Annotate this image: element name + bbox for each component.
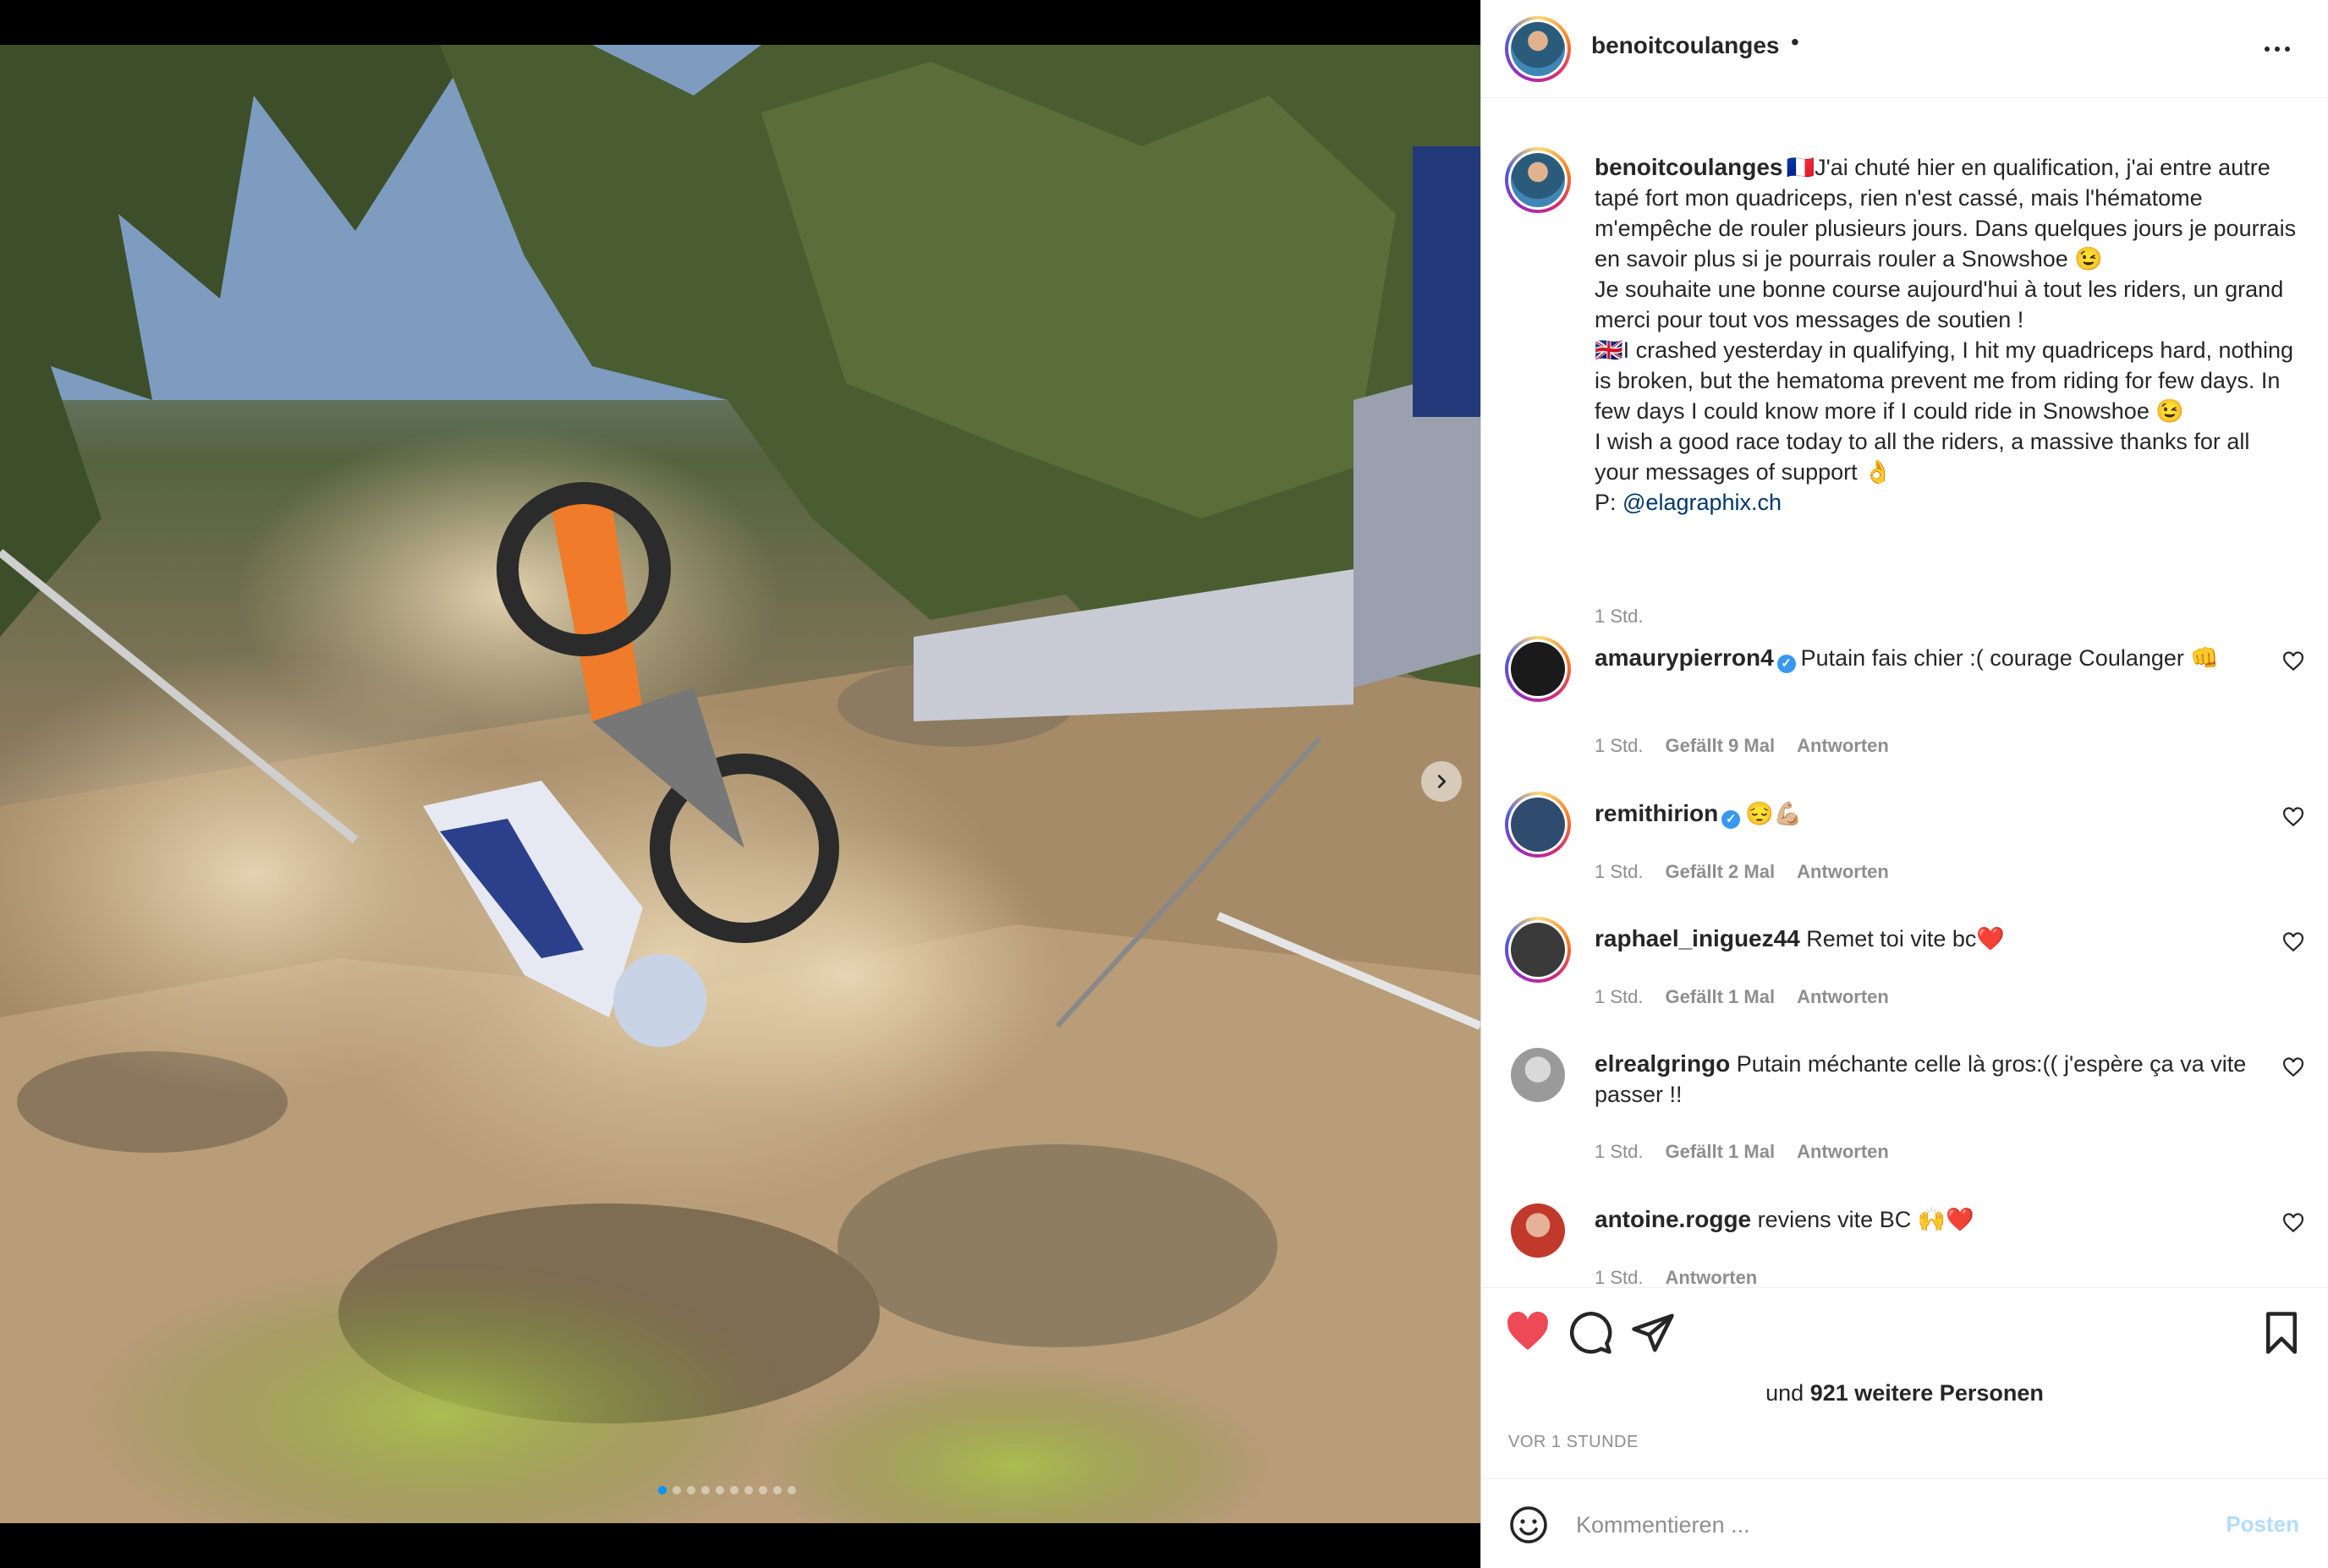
carousel-dot <box>716 1486 724 1494</box>
heart-filled-icon[interactable] <box>1505 1310 1551 1356</box>
post-comment-button[interactable]: Posten <box>2226 1511 2299 1538</box>
post-photo <box>0 45 1480 1523</box>
carousel-dot <box>744 1486 753 1494</box>
comment-meta: 1 Std. Gefällt 1 Mal Antworten <box>1595 986 1911 1008</box>
comment-text: raphael_iniguez44 Remet toi vite bc❤️ <box>1595 924 2263 954</box>
commenter-avatar[interactable] <box>1505 1198 1571 1264</box>
commenter-username[interactable]: remithirion <box>1595 800 1718 826</box>
comment-meta: 1 Std. Antworten <box>1595 1267 1779 1287</box>
caption-username[interactable]: benoitcoulanges <box>1595 154 1782 180</box>
bookmark-icon[interactable] <box>2259 1310 2304 1356</box>
comment-composer: Posten <box>1481 1478 2328 1568</box>
post-timestamp: VOR 1 STUNDE <box>1508 1433 1639 1451</box>
carousel-dot <box>773 1486 782 1494</box>
carousel-dot <box>701 1486 710 1494</box>
carousel-dot <box>687 1486 695 1494</box>
carousel-indicator <box>658 1486 796 1494</box>
reply-button[interactable]: Antworten <box>1665 1267 1757 1287</box>
like-comment-heart-icon[interactable] <box>2282 1213 2304 1235</box>
comment-time: 1 Std. <box>1595 1141 1644 1162</box>
comment-body: 😔💪🏼 <box>1745 801 1803 826</box>
comment-body: Putain fais chier :( courage Coulanger 👊 <box>1800 645 2220 671</box>
commenter-username[interactable]: amaurypierron4 <box>1595 644 1774 671</box>
comment-meta: 1 Std. Gefällt 9 Mal Antworten <box>1595 735 1911 757</box>
likes-prefix: und <box>1765 1380 1810 1406</box>
like-comment-heart-icon[interactable] <box>2282 807 2304 829</box>
carousel-dot <box>788 1486 796 1494</box>
comment-bubble-icon[interactable] <box>1568 1310 1613 1356</box>
comment-body: reviens vite BC 🙌❤️ <box>1757 1207 1974 1232</box>
reply-button[interactable]: Antworten <box>1797 735 1889 756</box>
commenter-avatar[interactable] <box>1505 792 1571 858</box>
reply-button[interactable]: Antworten <box>1797 861 1889 882</box>
comment-likes[interactable]: Gefällt 9 Mal <box>1665 735 1775 756</box>
caption-line: Je souhaite une bonne course aujourd'hui… <box>1595 277 2284 332</box>
mtb-crash-photo <box>0 45 1480 1523</box>
comment-input[interactable] <box>1574 1499 2170 1550</box>
commenter-username[interactable]: elrealgringo <box>1595 1050 1730 1077</box>
author-username[interactable]: benoitcoulanges <box>1591 32 1779 59</box>
carousel-dot <box>759 1486 767 1494</box>
comment-meta: 1 Std. Gefällt 1 Mal Antworten <box>1595 1141 1911 1163</box>
verified-badge-icon: ✓ <box>1776 655 1796 673</box>
carousel-dot <box>730 1486 738 1494</box>
comment-likes[interactable]: Gefällt 2 Mal <box>1665 861 1775 882</box>
comment-time: 1 Std. <box>1595 735 1644 756</box>
commenter-avatar[interactable] <box>1505 636 1571 702</box>
comment-body: Remet toi vite bc❤️ <box>1806 926 2005 951</box>
reply-button[interactable]: Antworten <box>1797 986 1889 1007</box>
post-header: benoitcoulanges • <box>1481 0 2328 98</box>
paper-plane-icon[interactable] <box>1630 1310 1676 1356</box>
caption-line: I wish a good race today to all the ride… <box>1595 429 2250 485</box>
caption-author-avatar[interactable] <box>1505 147 1571 213</box>
more-options-button[interactable] <box>2259 34 2296 64</box>
like-comment-heart-icon[interactable] <box>2282 651 2304 673</box>
caption-line: 🇬🇧I crashed yesterday in qualifying, I h… <box>1595 337 2294 424</box>
comment-text: antoine.rogge reviens vite BC 🙌❤️ <box>1595 1204 2263 1235</box>
comment-likes[interactable]: Gefällt 1 Mal <box>1665 986 1775 1007</box>
comment-time: 1 Std. <box>1595 986 1644 1007</box>
credit-prefix: P: <box>1595 490 1623 515</box>
comments-scroll-area[interactable]: benoitcoulanges 🇫🇷J'ai chuté hier en qual… <box>1481 98 2328 1287</box>
caption-text: benoitcoulanges 🇫🇷J'ai chuté hier en qual… <box>1595 152 2297 518</box>
verified-badge-icon: ✓ <box>1721 810 1741 829</box>
commenter-username[interactable]: raphael_iniguez44 <box>1595 925 1800 951</box>
header-separator: • <box>1791 29 1799 55</box>
comment-time: 1 Std. <box>1595 1267 1644 1287</box>
comment-text: remithirion ✓ 😔💪🏼 <box>1595 798 2263 829</box>
comment-text: amaurypierron4 ✓ Putain fais chier :( cour… <box>1595 643 2263 673</box>
post-media <box>0 0 1480 1568</box>
credit-mention-link[interactable]: @elagraphix.ch <box>1622 490 1782 515</box>
commenter-avatar[interactable] <box>1505 917 1571 983</box>
next-slide-button[interactable] <box>1421 761 1462 802</box>
like-comment-heart-icon[interactable] <box>2282 932 2304 954</box>
post-actions-bar <box>1481 1287 2328 1389</box>
comment-likes[interactable]: Gefällt 1 Mal <box>1665 1141 1775 1162</box>
chevron-right-icon <box>1437 775 1447 788</box>
comment-meta: 1 Std. Gefällt 2 Mal Antworten <box>1595 861 1911 883</box>
likes-count[interactable]: 921 weitere Personen <box>1810 1380 2044 1406</box>
post-side-panel: benoitcoulanges • benoitcoulanges 🇫🇷J'ai … <box>1480 0 2328 1568</box>
caption-time: 1 Std. <box>1595 606 1644 627</box>
smiley-icon[interactable] <box>1508 1505 1549 1545</box>
comment-text: elrealgringo Putain méchante celle là gr… <box>1595 1049 2263 1110</box>
more-horizontal-icon <box>2265 47 2270 52</box>
likes-summary[interactable]: und 921 weitere Personen <box>1481 1380 2328 1406</box>
commenter-username[interactable]: antoine.rogge <box>1595 1206 1751 1232</box>
author-avatar[interactable] <box>1505 16 1571 82</box>
commenter-avatar[interactable] <box>1505 1042 1571 1108</box>
carousel-dot <box>658 1486 667 1494</box>
carousel-dot <box>673 1486 681 1494</box>
like-comment-heart-icon[interactable] <box>2282 1057 2304 1079</box>
comment-time: 1 Std. <box>1595 861 1644 882</box>
reply-button[interactable]: Antworten <box>1797 1141 1889 1162</box>
